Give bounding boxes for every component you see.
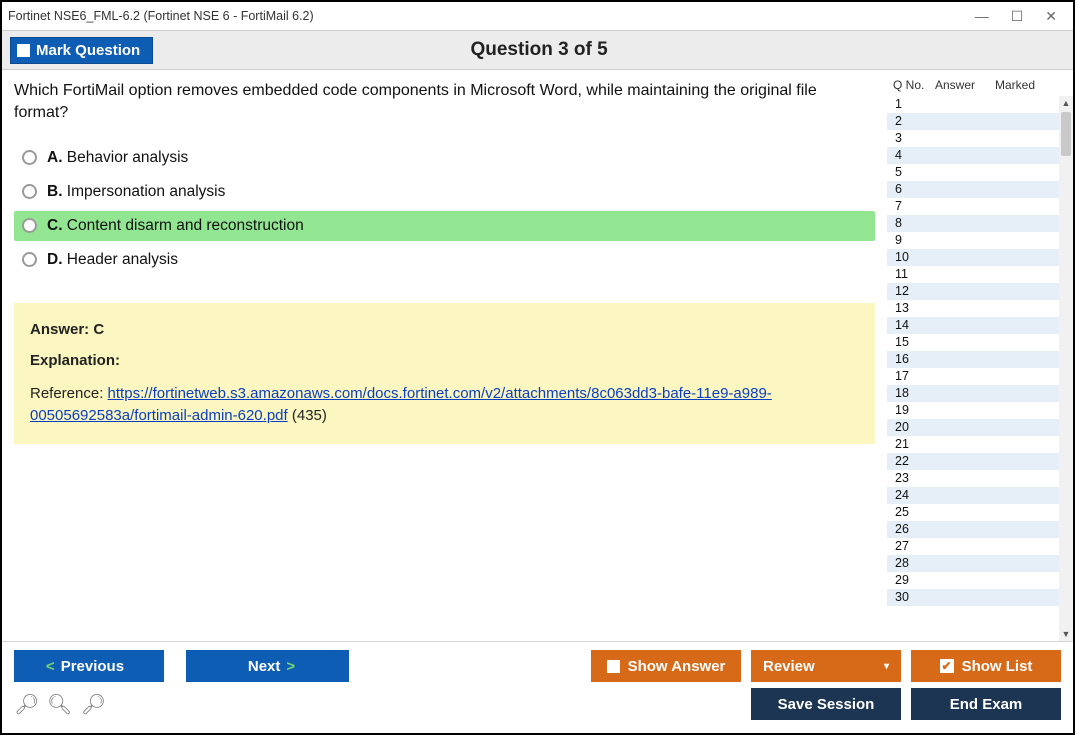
chevron-down-icon: ▾: [884, 661, 889, 672]
chevron-right-icon: >: [286, 658, 295, 675]
option-row[interactable]: A. Behavior analysis: [14, 143, 875, 173]
zoom-out-icon[interactable]: 🔎︎: [81, 692, 106, 717]
list-item[interactable]: 2: [887, 113, 1059, 130]
option-label: D. Header analysis: [47, 251, 178, 269]
square-icon: [607, 660, 620, 673]
review-dropdown[interactable]: Review ▾: [751, 650, 901, 682]
next-button[interactable]: Next >: [186, 650, 349, 682]
list-item[interactable]: 1: [887, 96, 1059, 113]
list-item[interactable]: 13: [887, 300, 1059, 317]
list-item[interactable]: 26: [887, 521, 1059, 538]
reference-link[interactable]: https://fortinetweb.s3.amazonaws.com/doc…: [30, 385, 772, 424]
list-rows[interactable]: 1234567891011121314151617181920212223242…: [887, 96, 1059, 641]
chevron-left-icon: <: [46, 658, 55, 675]
question-list-panel: Q No. Answer Marked 12345678910111213141…: [887, 70, 1073, 641]
list-item[interactable]: 21: [887, 436, 1059, 453]
scroll-down-icon[interactable]: ▼: [1059, 627, 1073, 641]
list-item[interactable]: 30: [887, 589, 1059, 606]
options-list: A. Behavior analysis B. Impersonation ana…: [14, 143, 875, 279]
question-counter: Question 3 of 5: [153, 39, 925, 61]
list-item[interactable]: 11: [887, 266, 1059, 283]
option-row[interactable]: B. Impersonation analysis: [14, 177, 875, 207]
list-item[interactable]: 4: [887, 147, 1059, 164]
col-marked: Marked: [995, 78, 1073, 92]
title-bar: Fortinet NSE6_FML-6.2 (Fortinet NSE 6 - …: [2, 2, 1073, 30]
list-header: Q No. Answer Marked: [887, 76, 1073, 96]
zoom-controls: 🔎︎ 🔎︎ 🔎︎: [14, 692, 106, 717]
question-panel: Which FortiMail option removes embedded …: [2, 70, 887, 641]
list-item[interactable]: 28: [887, 555, 1059, 572]
list-item[interactable]: 15: [887, 334, 1059, 351]
radio-icon: [22, 150, 37, 165]
radio-icon: [22, 184, 37, 199]
list-item[interactable]: 27: [887, 538, 1059, 555]
list-item[interactable]: 18: [887, 385, 1059, 402]
zoom-icon[interactable]: 🔎︎: [47, 692, 72, 717]
option-row[interactable]: D. Header analysis: [14, 245, 875, 275]
list-item[interactable]: 29: [887, 572, 1059, 589]
scroll-thumb[interactable]: [1061, 112, 1071, 156]
list-item[interactable]: 5: [887, 164, 1059, 181]
option-row[interactable]: C. Content disarm and reconstruction: [14, 211, 875, 241]
app-window: Fortinet NSE6_FML-6.2 (Fortinet NSE 6 - …: [0, 0, 1075, 735]
list-item[interactable]: 9: [887, 232, 1059, 249]
option-label: A. Behavior analysis: [47, 149, 188, 167]
list-item[interactable]: 22: [887, 453, 1059, 470]
save-session-button[interactable]: Save Session: [751, 688, 901, 720]
window-title: Fortinet NSE6_FML-6.2 (Fortinet NSE 6 - …: [8, 9, 975, 23]
list-item[interactable]: 3: [887, 130, 1059, 147]
list-item[interactable]: 6: [887, 181, 1059, 198]
list-item[interactable]: 10: [887, 249, 1059, 266]
mark-question-label: Mark Question: [36, 42, 140, 59]
checkbox-icon: [17, 44, 30, 57]
show-list-button[interactable]: ✔ Show List: [911, 650, 1061, 682]
answer-box: Answer: C Explanation: Reference: https:…: [14, 303, 875, 445]
previous-button[interactable]: < Previous: [14, 650, 164, 682]
window-controls: — ☐ ✕: [975, 8, 1067, 25]
minimize-icon[interactable]: —: [975, 8, 989, 25]
explanation-label: Explanation:: [30, 352, 859, 369]
option-label: C. Content disarm and reconstruction: [47, 217, 304, 235]
maximize-icon[interactable]: ☐: [1011, 8, 1024, 25]
col-qno: Q No.: [893, 78, 935, 92]
list-item[interactable]: 20: [887, 419, 1059, 436]
reference-line: Reference: https://fortinetweb.s3.amazon…: [30, 383, 859, 427]
check-icon: ✔: [940, 659, 954, 673]
footer-row-2: 🔎︎ 🔎︎ 🔎︎ Save Session End Exam: [14, 688, 1061, 720]
footer-toolbar: < Previous Next > Show Answer Review ▾ ✔…: [2, 641, 1073, 733]
scrollbar[interactable]: ▲ ▼: [1059, 96, 1073, 641]
col-answer: Answer: [935, 78, 995, 92]
footer-row-1: < Previous Next > Show Answer Review ▾ ✔…: [14, 650, 1061, 682]
end-exam-button[interactable]: End Exam: [911, 688, 1061, 720]
list-item[interactable]: 16: [887, 351, 1059, 368]
main-area: Which FortiMail option removes embedded …: [2, 70, 1073, 641]
list-item[interactable]: 19: [887, 402, 1059, 419]
header-toolbar: Mark Question Question 3 of 5: [2, 30, 1073, 70]
list-item[interactable]: 23: [887, 470, 1059, 487]
list-item[interactable]: 12: [887, 283, 1059, 300]
list-item[interactable]: 8: [887, 215, 1059, 232]
list-item[interactable]: 14: [887, 317, 1059, 334]
radio-icon: [22, 218, 37, 233]
radio-icon: [22, 252, 37, 267]
question-text: Which FortiMail option removes embedded …: [14, 80, 875, 125]
list-item[interactable]: 7: [887, 198, 1059, 215]
show-answer-button[interactable]: Show Answer: [591, 650, 741, 682]
zoom-in-icon[interactable]: 🔎︎: [14, 692, 39, 717]
answer-correct: Answer: C: [30, 321, 859, 338]
list-item[interactable]: 25: [887, 504, 1059, 521]
close-icon[interactable]: ✕: [1045, 8, 1057, 25]
scroll-up-icon[interactable]: ▲: [1059, 96, 1073, 110]
option-label: B. Impersonation analysis: [47, 183, 225, 201]
mark-question-button[interactable]: Mark Question: [10, 37, 153, 64]
list-item[interactable]: 24: [887, 487, 1059, 504]
list-body: 1234567891011121314151617181920212223242…: [887, 96, 1073, 641]
list-item[interactable]: 17: [887, 368, 1059, 385]
